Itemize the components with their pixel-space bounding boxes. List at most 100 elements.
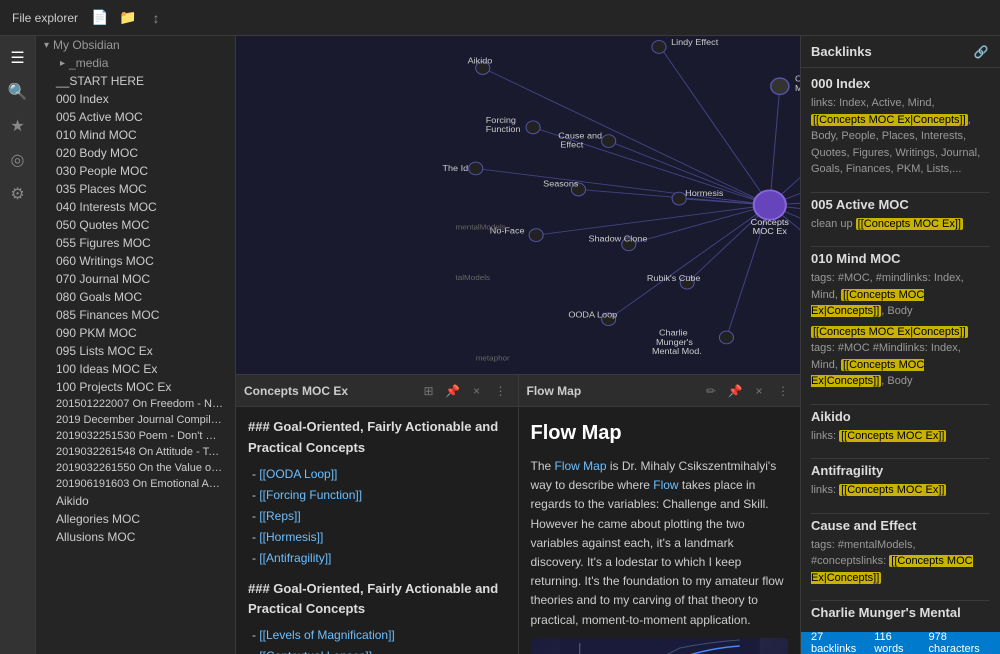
file-item[interactable]: 2019 December Journal Compila... — [36, 412, 235, 428]
new-folder-icon[interactable]: 📁 — [118, 8, 138, 28]
backlink-text: clean up [[Concepts MOC Ex]] — [811, 216, 990, 233]
flow-map-image: (High) Skill Flow Channel Anxiety — [531, 638, 789, 654]
file-item[interactable]: 005 Active MOC — [36, 108, 235, 126]
sort-icon[interactable]: ↕ — [146, 8, 166, 28]
file-item[interactable]: 095 Lists MOC Ex — [36, 342, 235, 360]
files-icon[interactable]: ☰ — [4, 44, 32, 72]
backlinks-title: Backlinks — [811, 44, 872, 59]
flow-map-panel: Flow Map ✏ 📌 × ⋮ Flow Map The Flow Map i… — [518, 375, 801, 654]
file-item[interactable]: 080 Goals MOC — [36, 288, 235, 306]
link-contextual[interactable]: [[Contextual Lenses]] — [259, 649, 372, 654]
file-item[interactable]: 000 Index — [36, 90, 235, 108]
highlight: [[Concepts MOC Ex]] — [856, 218, 963, 230]
svg-text:Shadow Clone: Shadow Clone — [589, 234, 648, 244]
highlight: [[Concepts MOC Ex|Concepts]] — [811, 555, 973, 584]
close-icon-right[interactable]: × — [750, 382, 768, 400]
file-item[interactable]: 020 Body MOC — [36, 144, 235, 162]
pencil-icon[interactable]: ✏ — [702, 382, 720, 400]
svg-text:talModels: talModels — [456, 273, 491, 282]
vault-header[interactable]: ▾ My Obsidian — [36, 36, 235, 54]
graph-svg: Concepts MOC Ex Concepts MOC1 Concepts M… — [236, 36, 800, 374]
backlink-antifragility: Antifragility links: [[Concepts MOC Ex]] — [811, 463, 990, 499]
file-item[interactable]: 090 PKM MOC — [36, 324, 235, 342]
flow-link[interactable]: Flow — [653, 478, 678, 492]
file-item[interactable]: Allegories MOC — [36, 510, 235, 528]
backlink-cause-effect: Cause and Effect tags: #mentalModels, #c… — [811, 518, 990, 587]
concepts-panel-body: ### Goal-Oriented, Fairly Actionable and… — [236, 407, 518, 654]
backlink-title[interactable]: Antifragility — [811, 463, 990, 478]
list-item: - [[Hormesis]] — [252, 528, 506, 547]
list-item: - [[Forcing Function]] — [252, 486, 506, 505]
link-reps[interactable]: [[Reps]] — [259, 509, 300, 523]
flow-map-link[interactable]: Flow Map — [555, 459, 607, 473]
new-file-icon[interactable]: 📄 — [90, 8, 110, 28]
status-bar: 27 backlinks 116 words 978 characters — [801, 632, 1000, 654]
search-icon[interactable]: 🔍 — [4, 78, 32, 106]
file-item[interactable]: 010 Mind MOC — [36, 126, 235, 144]
svg-text:Concepts: Concepts — [751, 217, 790, 227]
plugin-icon[interactable]: ⚙ — [4, 180, 32, 208]
file-item[interactable]: 100 Ideas MOC Ex — [36, 360, 235, 378]
file-item[interactable]: 050 Quotes MOC — [36, 216, 235, 234]
backlink-title[interactable]: 000 Index — [811, 76, 990, 91]
svg-text:OODA Loop: OODA Loop — [568, 310, 617, 320]
pin-icon[interactable]: 📌 — [444, 382, 462, 400]
svg-text:Cause and: Cause and — [558, 131, 602, 141]
close-icon[interactable]: × — [468, 382, 486, 400]
center-area: Concepts MOC Ex Concepts MOC1 Concepts M… — [236, 36, 800, 654]
backlink-text: links: [[Concepts MOC Ex]] — [811, 482, 990, 499]
file-item[interactable]: 2019032261550 On the Value of T... — [36, 460, 235, 476]
file-item[interactable]: Allusions MOC — [36, 528, 235, 546]
top-bar: File explorer 📄 📁 ↕ — [0, 0, 1000, 36]
file-item[interactable]: 055 Figures MOC — [36, 234, 235, 252]
media-folder[interactable]: ▸ _media — [36, 54, 235, 72]
link-icon[interactable]: 🔗 — [972, 43, 990, 61]
file-item[interactable]: 2019032261548 On Attitude - Tec... — [36, 444, 235, 460]
links-list-2: - [[Levels of Magnification]] - [[Contex… — [248, 626, 506, 654]
more-icon[interactable]: ⋮ — [492, 382, 510, 400]
section2-title: ### Goal-Oriented, Fairly Actionable and… — [248, 579, 506, 621]
link-ooda[interactable]: [[OODA Loop]] — [259, 467, 337, 481]
divider — [811, 192, 990, 193]
backlink-title[interactable]: Aikido — [811, 409, 990, 424]
file-item[interactable]: 030 People MOC — [36, 162, 235, 180]
file-item[interactable]: 2019032251530 Poem - Don't Qui... — [36, 428, 235, 444]
divider — [811, 458, 990, 459]
file-item[interactable]: 040 Interests MOC — [36, 198, 235, 216]
svg-text:The Id: The Id — [442, 164, 468, 174]
file-item[interactable]: 201501222007 On Freedom - Nic... — [36, 396, 235, 412]
svg-text:Hormesis: Hormesis — [685, 188, 724, 198]
pin-icon-right[interactable]: 📌 — [726, 382, 744, 400]
char-count: 978 characters — [928, 631, 990, 654]
file-item[interactable]: 201906191603 On Emotional Agi... — [36, 476, 235, 492]
file-item[interactable]: __START HERE — [36, 72, 235, 90]
list-item: - [[Levels of Magnification]] — [252, 626, 506, 645]
file-item[interactable]: 100 Projects MOC Ex — [36, 378, 235, 396]
highlight: [[Concepts MOC Ex]] — [839, 484, 946, 496]
file-item[interactable]: 060 Writings MOC — [36, 252, 235, 270]
graph-icon[interactable]: ◎ — [4, 146, 32, 174]
star-icon[interactable]: ★ — [4, 112, 32, 140]
link-hormesis[interactable]: [[Hormesis]] — [259, 530, 323, 544]
link-antifragility[interactable]: [[Antifragility]] — [259, 551, 331, 565]
list-item: - [[OODA Loop]] — [252, 465, 506, 484]
link-levels[interactable]: [[Levels of Magnification]] — [259, 628, 394, 642]
file-item[interactable]: 085 Finances MOC — [36, 306, 235, 324]
backlinks-count: 27 backlinks — [811, 631, 862, 654]
grid-icon[interactable]: ⊞ — [420, 382, 438, 400]
flow-map-text: The Flow Map is Dr. Mihaly Csikszentmiha… — [531, 457, 789, 630]
more-icon-right[interactable]: ⋮ — [774, 382, 792, 400]
file-item[interactable]: 035 Places MOC — [36, 180, 235, 198]
graph-area[interactable]: Concepts MOC Ex Concepts MOC1 Concepts M… — [236, 36, 800, 374]
main-layout: ☰ 🔍 ★ ◎ ⚙ ▾ My Obsidian ▸ _media __START… — [0, 36, 1000, 654]
backlink-title[interactable]: Charlie Munger's Mental — [811, 605, 990, 620]
backlink-text: links: Index, Active, Mind, [[Concepts M… — [811, 95, 990, 178]
link-forcing[interactable]: [[Forcing Function]] — [259, 488, 362, 502]
backlink-text: tags: #MOC, #mindlinks: Index, Mind, [[C… — [811, 270, 990, 320]
backlink-title[interactable]: Cause and Effect — [811, 518, 990, 533]
backlink-title[interactable]: 010 Mind MOC — [811, 251, 990, 266]
backlink-title[interactable]: 005 Active MOC — [811, 197, 990, 212]
file-item[interactable]: Aikido — [36, 492, 235, 510]
file-item[interactable]: 070 Journal MOC — [36, 270, 235, 288]
word-count: 116 words — [874, 631, 916, 654]
